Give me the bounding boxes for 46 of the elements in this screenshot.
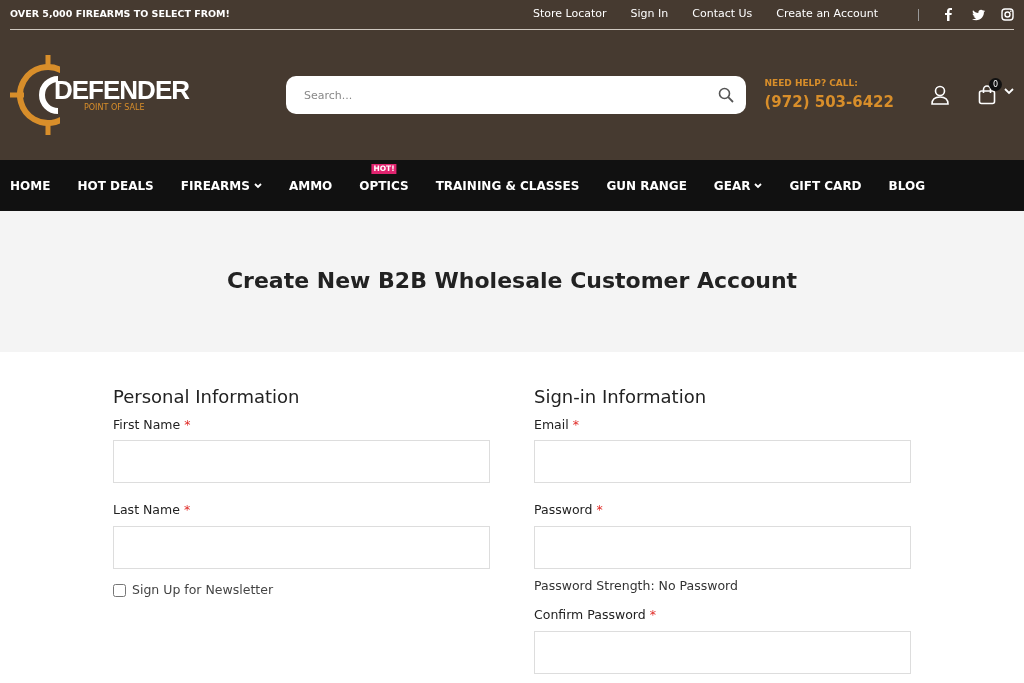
section-heading: Sign-in Information [534, 386, 708, 408]
chevron-down-icon[interactable] [1004, 87, 1014, 95]
input-field[interactable] [534, 440, 911, 484]
field-label: First Name * [113, 415, 192, 434]
top-link[interactable]: Sign In [630, 6, 669, 23]
logo[interactable]: DEFENDER POINT OF SALE [10, 53, 286, 137]
phone-link[interactable]: (972) 503-6422 [764, 90, 894, 113]
nav-link[interactable]: BLOG [888, 176, 925, 195]
input-field[interactable] [113, 440, 490, 484]
nav-link[interactable]: GIFT CARD [789, 176, 862, 195]
page-title: Create New B2B Wholesale Customer Account [226, 268, 798, 295]
chevron-down-icon [253, 182, 262, 189]
top-link[interactable]: Store Locator [532, 6, 607, 23]
field-label: Confirm Password * [534, 605, 657, 624]
section-heading: Personal Information [113, 386, 301, 408]
help-label: NEED HELP? CALL: [764, 77, 859, 90]
field-label: Password * [534, 501, 604, 520]
user-icon[interactable] [930, 85, 950, 105]
input-field[interactable] [534, 526, 911, 570]
logo-name: DEFENDER [54, 77, 189, 104]
checkbox[interactable] [113, 583, 126, 597]
nav-link[interactable]: OPTICS [359, 176, 409, 195]
nav-link[interactable]: TRAINING & CLASSES [435, 176, 580, 195]
shopping-bag-icon[interactable] [978, 85, 996, 105]
field-label: Email * [534, 415, 580, 434]
nav-link[interactable]: AMMO [288, 176, 333, 195]
cart-count: 0 [989, 78, 1002, 91]
nav-link[interactable]: HOME [10, 176, 51, 195]
nav-link[interactable]: FIREARMS [180, 176, 262, 195]
top-link[interactable]: Create an Account [776, 6, 878, 23]
search-icon[interactable] [718, 87, 734, 103]
instagram-icon[interactable] [1001, 8, 1014, 21]
logo-tagline: POINT OF SALE [84, 103, 146, 113]
chevron-down-icon [754, 182, 763, 189]
nav-link[interactable]: GEAR [713, 176, 763, 195]
input-field[interactable] [534, 630, 911, 674]
password-strength-text: Password Strength: No Password [534, 577, 739, 596]
nav-link[interactable]: GUN RANGE [606, 176, 687, 195]
nav-link[interactable]: HOT DEALS [77, 176, 154, 195]
search-field[interactable]: Search... [286, 76, 746, 114]
twitter-icon[interactable] [972, 8, 985, 21]
top-link[interactable]: Contact Us [692, 6, 753, 23]
promo-text: OVER 5,000 FIREARMS TO SELECT FROM! [10, 7, 230, 22]
input-field[interactable] [113, 526, 490, 570]
field-label: Last Name * [113, 501, 192, 520]
checkbox-label: Sign Up for Newsletter [132, 581, 274, 600]
